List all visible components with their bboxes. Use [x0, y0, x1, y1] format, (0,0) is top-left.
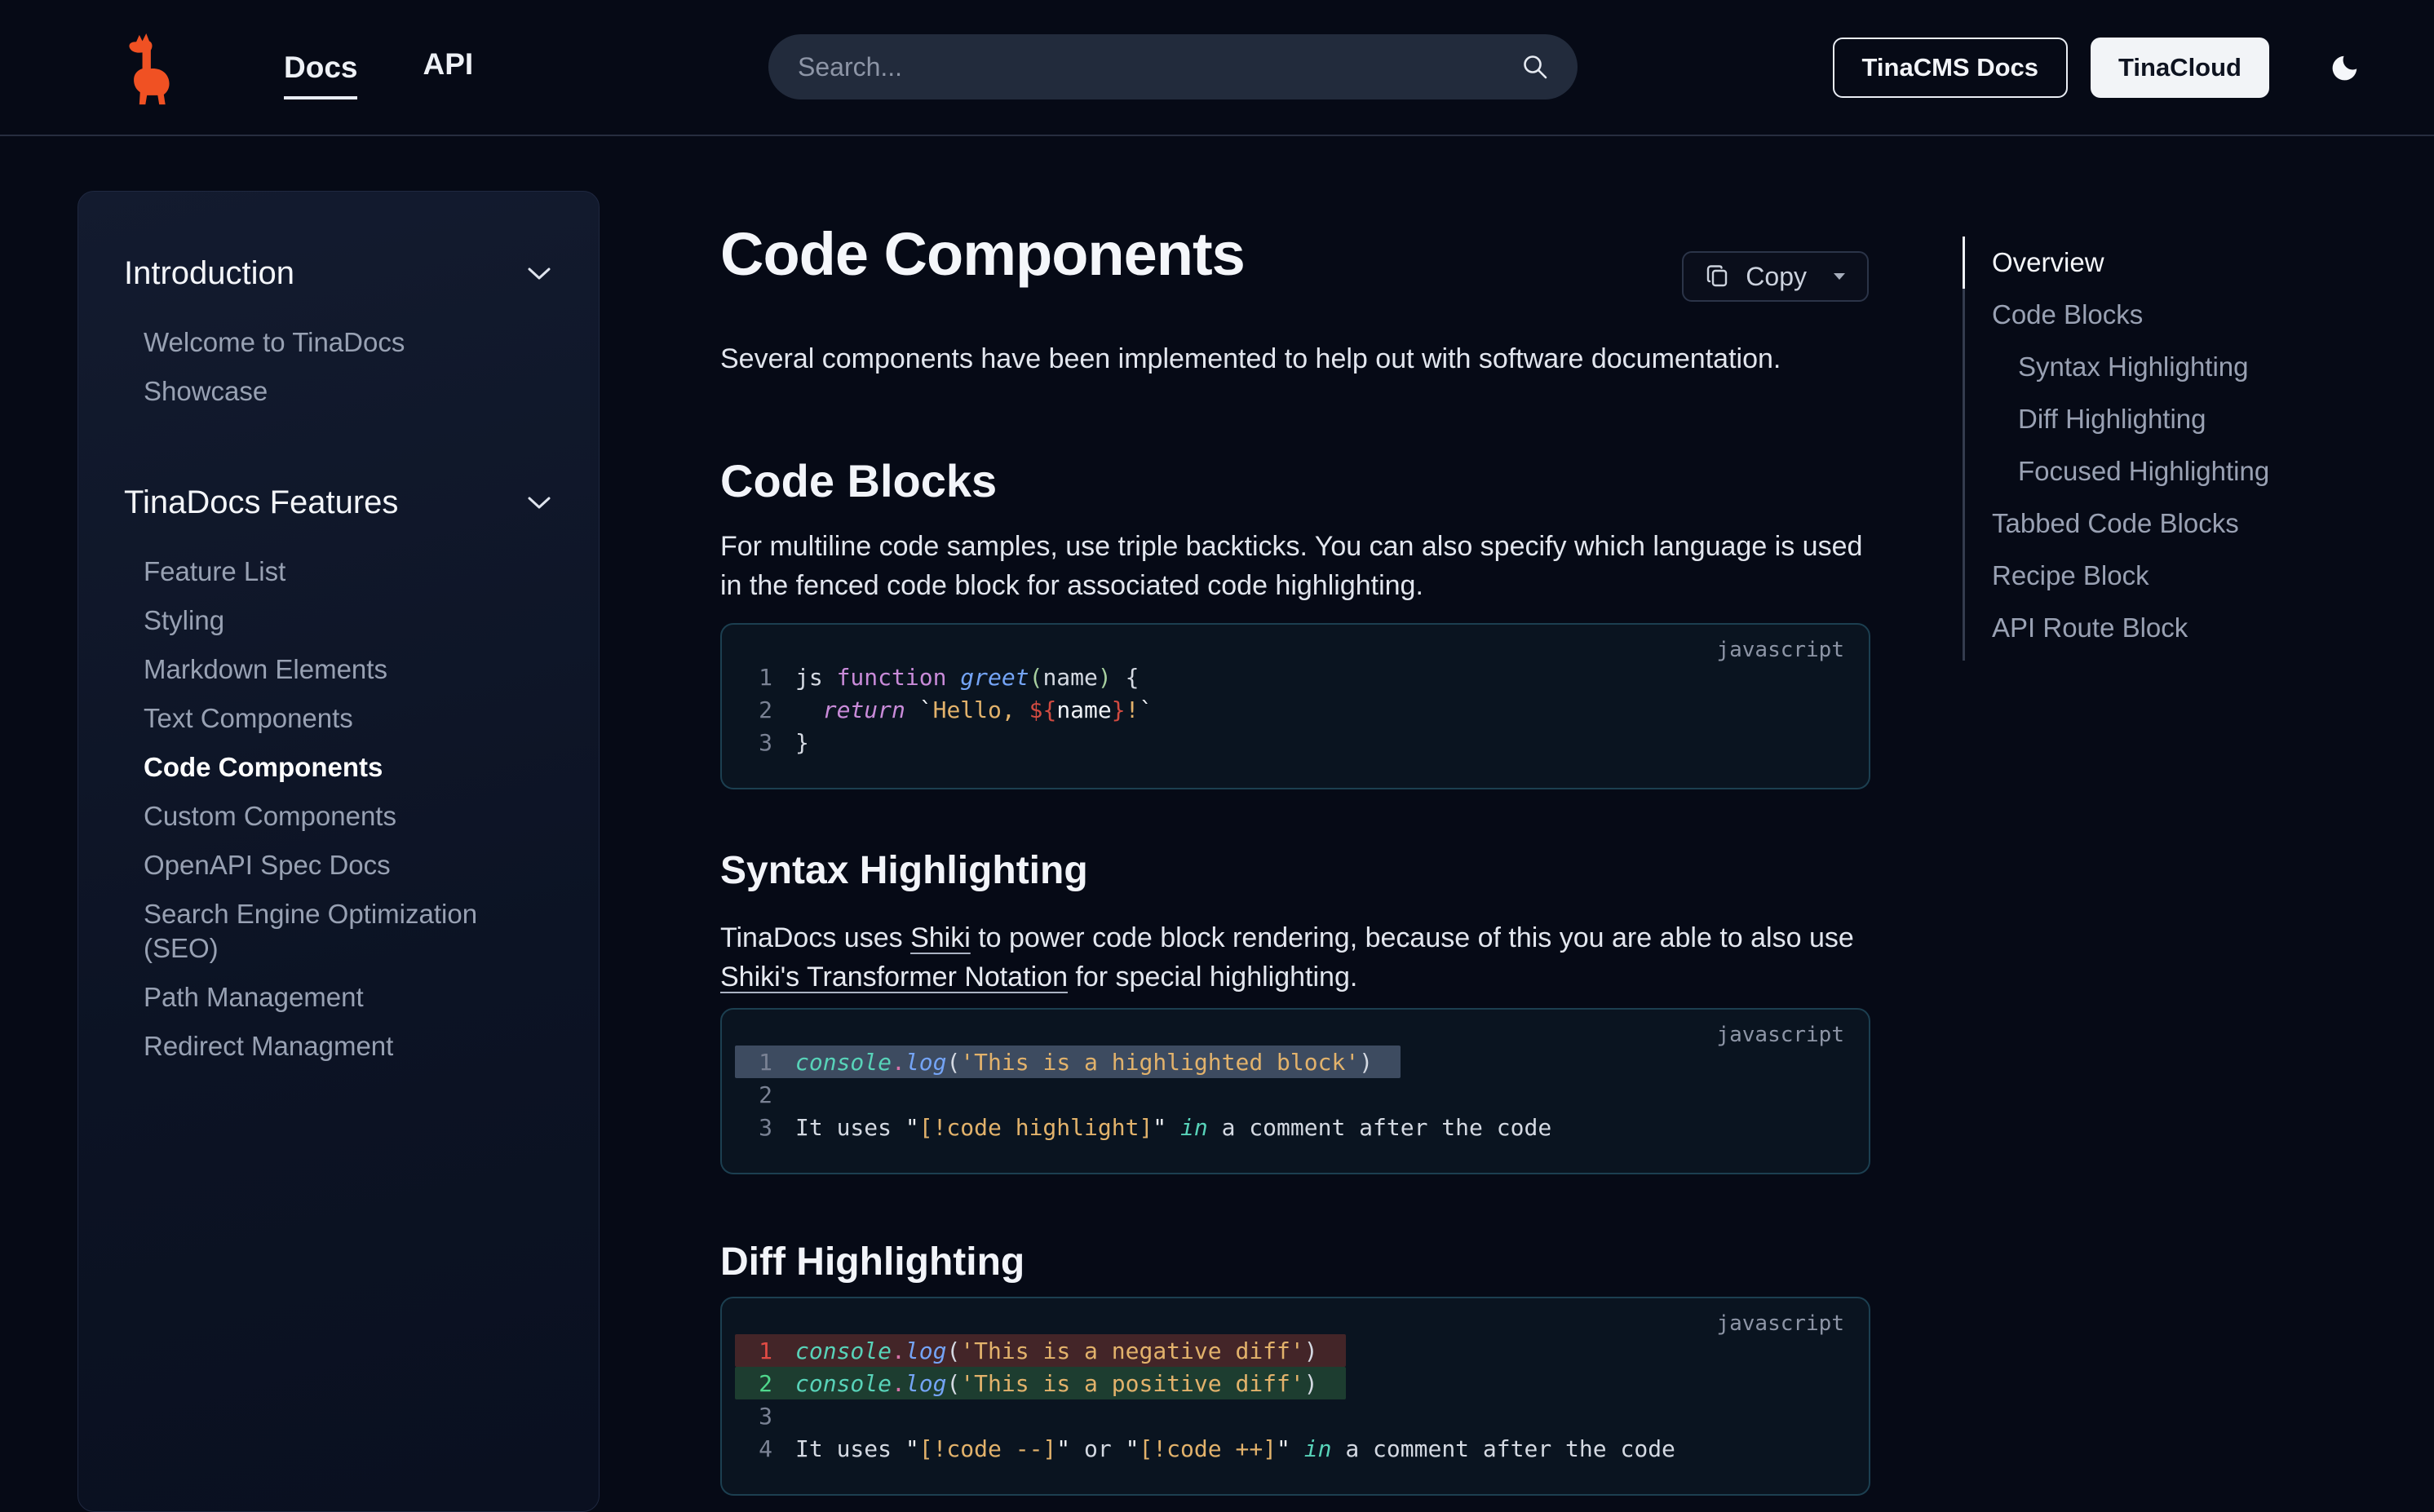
- theme-toggle-button[interactable]: [2330, 52, 2361, 83]
- top-navbar: Docs API TinaCMS Docs TinaCloud: [0, 0, 2434, 136]
- syntax-paragraph: TinaDocs uses Shiki to power code block …: [720, 918, 1870, 997]
- sidebar-item-redirect-managment[interactable]: Redirect Managment: [144, 1022, 543, 1071]
- sidebar-item-list: Welcome to TinaDocs Showcase: [124, 318, 599, 416]
- sidebar-item-text-components[interactable]: Text Components: [144, 694, 543, 743]
- copy-icon: [1705, 263, 1731, 290]
- code-block: javascript 1console.log('This is a highl…: [720, 1008, 1870, 1174]
- heading-code-blocks: Code Blocks: [720, 453, 1870, 509]
- search-icon[interactable]: [1520, 52, 1550, 82]
- code-language-label: javascript: [1716, 1311, 1844, 1336]
- toc-item-tabbed-code-blocks[interactable]: Tabbed Code Blocks: [1963, 497, 2434, 550]
- code-lines: 1console.log('This is a highlighted bloc…: [722, 1046, 1869, 1143]
- intro-paragraph: Several components have been implemented…: [720, 339, 1870, 378]
- toc-list: Overview Code Blocks Syntax Highlighting…: [1963, 237, 2434, 654]
- sidebar-item-seo[interactable]: Search Engine Optimization (SEO): [144, 890, 543, 973]
- docs-sidebar: Introduction Welcome to TinaDocs Showcas…: [77, 191, 600, 1512]
- sidebar-item-openapi-spec-docs[interactable]: OpenAPI Spec Docs: [144, 841, 543, 890]
- code-block: javascript 1js function greet(name) {2 r…: [720, 623, 1870, 789]
- code-line: 2: [735, 1078, 861, 1111]
- sidebar-section-title: Introduction: [124, 255, 294, 292]
- shiki-transformer-notation-link[interactable]: Shiki's Transformer Notation: [720, 962, 1068, 993]
- sidebar-item-showcase[interactable]: Showcase: [144, 367, 543, 416]
- toc-item-recipe-block[interactable]: Recipe Block: [1963, 550, 2434, 602]
- llama-logo-icon[interactable]: [124, 33, 175, 106]
- search-input[interactable]: [796, 51, 1520, 83]
- code-line: 1console.log('This is a highlighted bloc…: [735, 1046, 1401, 1078]
- primary-nav: Docs API: [284, 0, 473, 135]
- sidebar-section-introduction: Introduction Welcome to TinaDocs Showcas…: [124, 255, 599, 416]
- toc-item-diff-highlighting[interactable]: Diff Highlighting: [1963, 393, 2434, 445]
- code-line: 4It uses "[!code --]" or "[!code ++]" in…: [735, 1432, 1703, 1465]
- syntax-paragraph-text: for special highlighting.: [1068, 962, 1357, 993]
- sidebar-item-feature-list[interactable]: Feature List: [144, 547, 543, 596]
- caret-down-icon: [1833, 272, 1846, 281]
- heading-diff-highlighting: Diff Highlighting: [720, 1238, 1870, 1287]
- code-line: 3: [735, 1399, 861, 1432]
- syntax-paragraph-text: to power code block rendering, because o…: [971, 922, 1854, 953]
- toc-active-indicator: [1963, 237, 1965, 289]
- code-lines: 1js function greet(name) {2 return `Hell…: [722, 661, 1869, 758]
- sidebar-item-list: Feature List Styling Markdown Elements T…: [124, 547, 599, 1071]
- heading-syntax-highlighting: Syntax Highlighting: [720, 847, 1870, 895]
- code-line: 2 return `Hello, ${name}!`: [735, 693, 1180, 726]
- syntax-paragraph-text: TinaDocs uses: [720, 922, 910, 953]
- toc-item-api-route-block[interactable]: API Route Block: [1963, 602, 2434, 654]
- code-line: 2console.log('This is a positive diff'): [735, 1367, 1346, 1399]
- doc-content: Code Components Copy Several components …: [720, 189, 1870, 1496]
- shiki-link[interactable]: Shiki: [910, 922, 971, 953]
- code-lines: 1console.log('This is a negative diff')2…: [722, 1334, 1869, 1465]
- code-language-label: javascript: [1716, 1023, 1844, 1047]
- sidebar-item-custom-components[interactable]: Custom Components: [144, 792, 543, 841]
- toc-item-overview[interactable]: Overview: [1963, 237, 2434, 289]
- title-row: Code Components Copy: [720, 219, 1870, 290]
- sidebar-item-markdown-elements[interactable]: Markdown Elements: [144, 645, 543, 694]
- tinacms-docs-button[interactable]: TinaCMS Docs: [1833, 38, 2068, 98]
- copy-button-label: Copy: [1746, 262, 1807, 292]
- search-bar[interactable]: [768, 34, 1578, 99]
- sidebar-item-welcome[interactable]: Welcome to TinaDocs: [144, 318, 543, 367]
- tinadocs-page: { "navbar": { "links": [ {"label": "Docs…: [0, 0, 2434, 1442]
- toc-item-syntax-highlighting[interactable]: Syntax Highlighting: [1963, 341, 2434, 393]
- sidebar-item-path-management[interactable]: Path Management: [144, 973, 543, 1022]
- sidebar-section-features: TinaDocs Features Feature List Styling M…: [124, 484, 599, 1071]
- code-language-label: javascript: [1716, 638, 1844, 662]
- sidebar-section-header-introduction[interactable]: Introduction: [124, 255, 599, 292]
- code-line: 3}: [735, 726, 861, 758]
- nav-link-api[interactable]: API: [423, 47, 473, 88]
- tinacloud-button[interactable]: TinaCloud: [2091, 38, 2269, 98]
- code-block: javascript 1console.log('This is a negat…: [720, 1297, 1870, 1496]
- moon-icon: [2330, 52, 2361, 83]
- navbar-actions: TinaCMS Docs TinaCloud: [1833, 0, 2361, 135]
- sidebar-section-title: TinaDocs Features: [124, 484, 398, 521]
- toc-rule: [1963, 237, 1965, 661]
- table-of-contents: Overview Code Blocks Syntax Highlighting…: [1963, 237, 2434, 654]
- code-line: 1js function greet(name) {: [735, 661, 1166, 693]
- chevron-down-icon: [527, 267, 551, 281]
- toc-item-focused-highlighting[interactable]: Focused Highlighting: [1963, 445, 2434, 497]
- toc-item-code-blocks[interactable]: Code Blocks: [1963, 289, 2434, 341]
- code-line: 1console.log('This is a negative diff'): [735, 1334, 1346, 1367]
- sidebar-section-header-features[interactable]: TinaDocs Features: [124, 484, 599, 521]
- chevron-down-icon: [527, 496, 551, 511]
- code-blocks-paragraph: For multiline code samples, use triple b…: [720, 527, 1870, 605]
- sidebar-item-code-components[interactable]: Code Components: [144, 743, 543, 792]
- copy-button[interactable]: Copy: [1682, 251, 1869, 302]
- nav-link-docs[interactable]: Docs: [284, 51, 357, 99]
- sidebar-item-styling[interactable]: Styling: [144, 596, 543, 645]
- code-line: 3It uses "[!code highlight]" in a commen…: [735, 1111, 1579, 1143]
